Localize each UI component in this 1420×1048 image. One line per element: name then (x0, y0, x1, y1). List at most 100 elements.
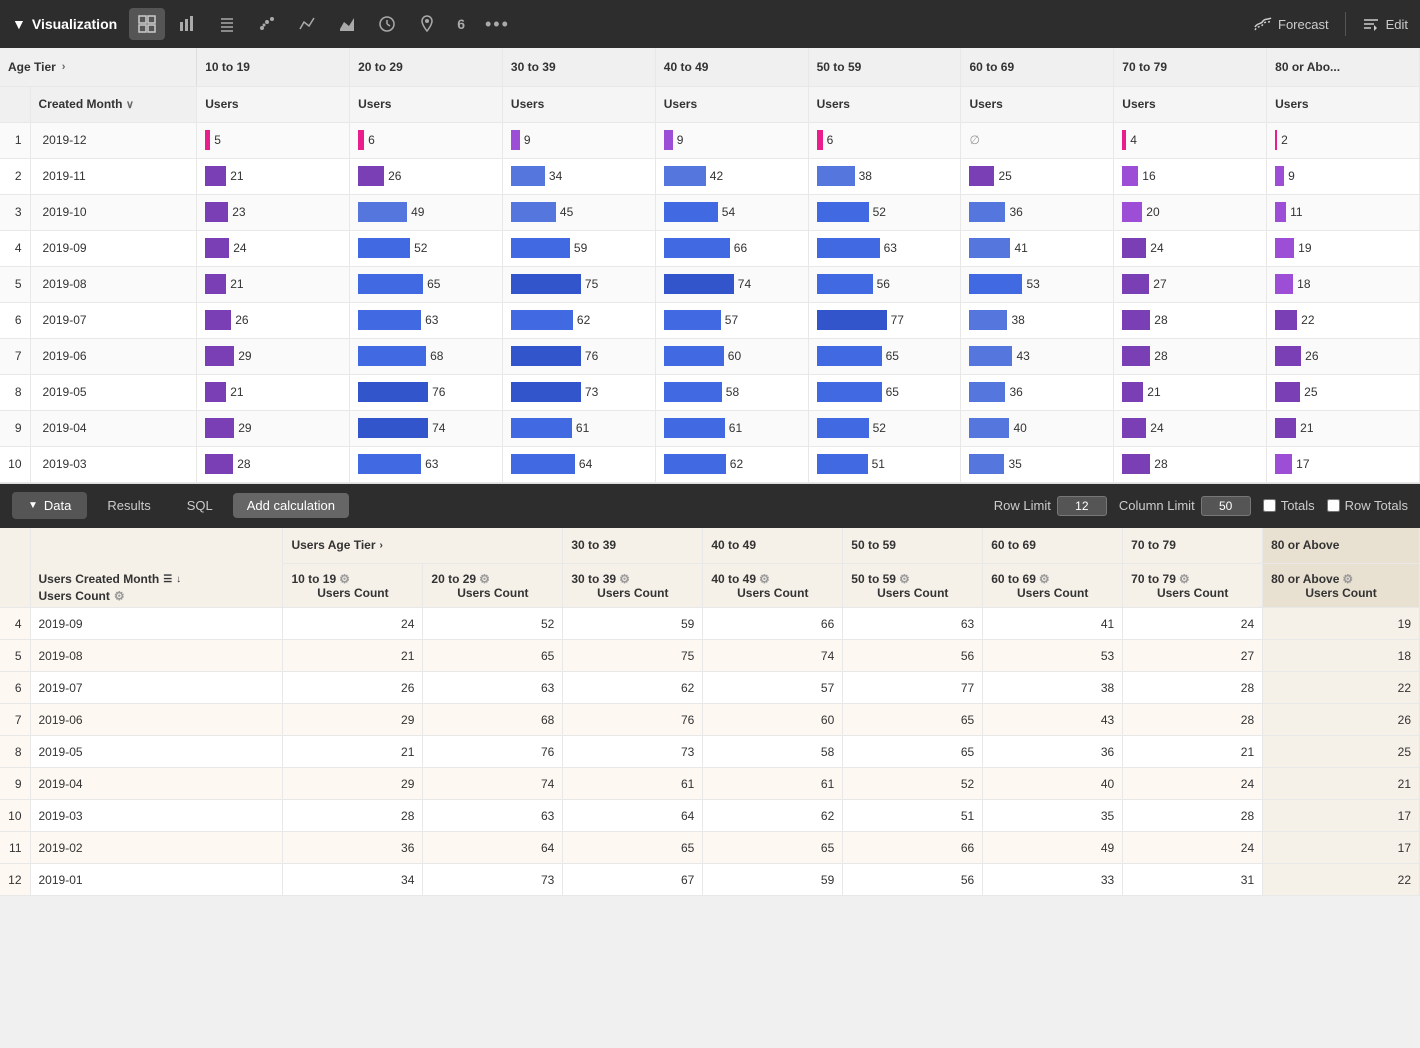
tab-sql[interactable]: SQL (171, 492, 229, 519)
bar-chart-button[interactable] (169, 8, 205, 40)
users-80-header: Users (1267, 86, 1420, 122)
col-50-gear[interactable]: ⚙ (899, 572, 910, 586)
results-val-cell-0: 29 (283, 768, 423, 800)
col-limit-label: Column Limit (1119, 498, 1195, 513)
list-button[interactable] (209, 8, 245, 40)
col-70-gear[interactable]: ⚙ (1179, 572, 1190, 586)
totals-label: Totals (1281, 498, 1315, 513)
data-cell-5: ∅ (961, 122, 1114, 158)
results-date-cell: 2019-09 (30, 608, 283, 640)
filter-icon[interactable]: ☰ (163, 574, 172, 585)
data-cell-5: 35 (961, 446, 1114, 482)
col-limit-input[interactable] (1201, 496, 1251, 516)
edit-button[interactable]: Edit (1362, 17, 1408, 32)
data-cell-6: 16 (1114, 158, 1267, 194)
col-10-gear[interactable]: ⚙ (339, 572, 350, 586)
sub-50-59: 50 to 59 ⚙ Users Count (843, 564, 983, 608)
col-80-gear[interactable]: ⚙ (1342, 572, 1353, 586)
sub-40-49: 40 to 49 ⚙ Users Count (703, 564, 843, 608)
results-val-cell-1: 74 (423, 768, 563, 800)
table-view-button[interactable] (129, 8, 165, 40)
data-cell-7: 21 (1267, 410, 1420, 446)
toolbar-arrow[interactable]: ▼ (12, 16, 26, 32)
totals-checkbox[interactable]: Totals (1263, 498, 1315, 513)
results-val-cell-1: 65 (423, 640, 563, 672)
row-num-cell: 10 (0, 446, 30, 482)
row-totals-checkbox[interactable]: Row Totals (1327, 498, 1408, 513)
users-50-header: Users (808, 86, 961, 122)
row-totals-checkbox-input[interactable] (1327, 499, 1340, 512)
date-cell: 2019-07 (30, 302, 197, 338)
data-cell-1: 74 (350, 410, 503, 446)
data-cell-5: 36 (961, 194, 1114, 230)
col-70-79: 70 to 79 (1114, 48, 1267, 86)
col-40-gear[interactable]: ⚙ (759, 572, 770, 586)
col-60-gear[interactable]: ⚙ (1039, 572, 1050, 586)
results-val-cell-6: 31 (1123, 864, 1263, 896)
data-cell-6: 24 (1114, 230, 1267, 266)
viz-row: 32019-10 23 49 45 (0, 194, 1420, 230)
data-cell-0: 23 (197, 194, 350, 230)
sub-20-29: 20 to 29 ⚙ Users Count (423, 564, 563, 608)
sub-10-19: 10 to 19 ⚙ Users Count (283, 564, 423, 608)
sort-down-icon[interactable]: ↓ (176, 574, 181, 585)
tab-results[interactable]: Results (91, 492, 166, 519)
users-30-header: Users (502, 86, 655, 122)
data-cell-6: 20 (1114, 194, 1267, 230)
viz-row: 22019-11 21 26 34 (0, 158, 1420, 194)
map-button[interactable] (409, 8, 445, 40)
results-val-cell-3: 57 (703, 672, 843, 704)
results-val-cell-0: 28 (283, 800, 423, 832)
clock-button[interactable] (369, 8, 405, 40)
data-cell-2: 45 (502, 194, 655, 230)
age-tier-expand-icon[interactable]: › (62, 61, 66, 73)
pivot-expand-icon[interactable]: › (380, 540, 383, 551)
forecast-button[interactable]: Forecast (1254, 17, 1329, 32)
col-30-gear[interactable]: ⚙ (619, 572, 630, 586)
tab-data[interactable]: ▼ Data (12, 492, 87, 519)
number-button[interactable]: 6 (449, 10, 473, 38)
scatter-button[interactable] (249, 8, 285, 40)
viz-row: 102019-03 28 63 64 (0, 446, 1420, 482)
results-row: 72019-062968766065432826 (0, 704, 1420, 736)
data-cell-5: 53 (961, 266, 1114, 302)
col-80plus-top: 80 or Above (1263, 528, 1420, 564)
data-cell-2: 59 (502, 230, 655, 266)
data-cell-6: 28 (1114, 338, 1267, 374)
results-row-num: 10 (0, 800, 30, 832)
results-val-cell-6: 28 (1123, 704, 1263, 736)
data-cell-2: 34 (502, 158, 655, 194)
created-month-header[interactable]: Created Month ∨ (30, 86, 197, 122)
results-row-num: 6 (0, 672, 30, 704)
area-button[interactable] (329, 8, 365, 40)
data-cell-1: 63 (350, 302, 503, 338)
row-header-cell: Users Created Month ☰ ↓ Users Count ⚙ (30, 528, 283, 608)
data-cell-0: 21 (197, 266, 350, 302)
data-cell-6: 27 (1114, 266, 1267, 302)
results-val-cell-4: 66 (843, 832, 983, 864)
row-header-gear-icon[interactable]: ⚙ (114, 589, 125, 603)
totals-checkbox-input[interactable] (1263, 499, 1276, 512)
col-20-gear[interactable]: ⚙ (479, 572, 490, 586)
results-val-cell-6: 21 (1123, 736, 1263, 768)
add-calculation-button[interactable]: Add calculation (233, 493, 349, 518)
results-val-cell-3: 58 (703, 736, 843, 768)
results-val-cell-4: 51 (843, 800, 983, 832)
data-cell-4: 63 (808, 230, 961, 266)
results-val-cell-7: 21 (1263, 768, 1420, 800)
users-40-header: Users (655, 86, 808, 122)
row-limit-input[interactable] (1057, 496, 1107, 516)
more-button[interactable]: ••• (477, 8, 518, 41)
tab-sql-label: SQL (187, 498, 213, 513)
data-cell-3: 66 (655, 230, 808, 266)
results-row: 62019-072663625777382822 (0, 672, 1420, 704)
date-cell: 2019-05 (30, 374, 197, 410)
results-row: 112019-023664656566492417 (0, 832, 1420, 864)
data-cell-5: 25 (961, 158, 1114, 194)
line-button[interactable] (289, 8, 325, 40)
results-val-cell-4: 65 (843, 736, 983, 768)
forecast-label: Forecast (1278, 17, 1329, 32)
results-val-cell-1: 63 (423, 672, 563, 704)
data-cell-2: 61 (502, 410, 655, 446)
results-val-cell-5: 49 (983, 832, 1123, 864)
